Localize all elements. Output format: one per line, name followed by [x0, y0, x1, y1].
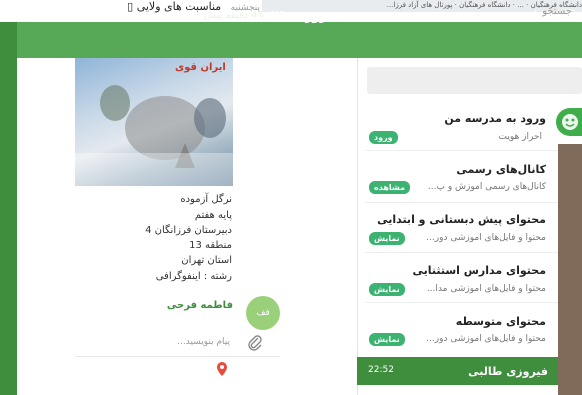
chat-bubble-icon: ▯: [127, 0, 134, 13]
channel-subtitle: محتوا و فایل‌های آموزشی دور...: [426, 334, 546, 344]
message-line: نرگل آزموده: [180, 194, 232, 205]
message-line: استان تهران: [181, 255, 232, 266]
channel-title[interactable]: ورود به مدرسه من: [444, 112, 546, 125]
sender-avatar[interactable]: فف: [246, 296, 280, 330]
app-header: [17, 22, 582, 58]
message-input[interactable]: پیام بنویسید...: [177, 337, 230, 347]
channel-badge[interactable]: نمایش: [369, 333, 405, 346]
channel-badge[interactable]: مشاهده: [369, 181, 410, 194]
logo-graphic: [562, 114, 578, 130]
message-sender[interactable]: فاطمه فرحی: [167, 300, 233, 311]
message-line: منطقه 13: [189, 240, 232, 251]
channel-subtitle: احراز هویت: [498, 132, 542, 142]
channel-subtitle: کانال‌های رسمی آموزش و پ...: [427, 182, 546, 192]
page-edge: [0, 22, 17, 395]
paperclip-graphic: [248, 335, 262, 351]
divider: [365, 252, 558, 253]
divider: [365, 202, 558, 203]
chat-header-time: 44 دقیقه پیش: [203, 10, 264, 21]
channel-badge[interactable]: نمایش: [369, 232, 405, 245]
channel-title[interactable]: محتوای مدارس استثنایی: [412, 264, 546, 277]
paperclip-icon[interactable]: [246, 334, 264, 352]
composer-divider: [75, 356, 280, 357]
location-pin-icon[interactable]: [216, 361, 228, 376]
message-image[interactable]: [75, 58, 233, 186]
divider: [365, 150, 560, 151]
shad-logo-icon: [556, 108, 582, 136]
channel-title[interactable]: کانال‌های رسمی: [456, 163, 546, 176]
bookmark-item[interactable]: پورتال های آزاد فرزا...: [387, 1, 453, 9]
search-box[interactable]: [367, 67, 582, 94]
search-input[interactable]: جستجو: [542, 6, 572, 17]
channel-subtitle: محتوا و فایل‌های آموزشی مدا...: [426, 284, 546, 294]
divider: [365, 302, 558, 303]
channel-title[interactable]: محتوای متوسطه: [456, 315, 546, 328]
active-chat-name: فیروزی طالبی: [468, 365, 548, 378]
channel-badge[interactable]: ورود: [369, 131, 398, 144]
background-edge: [558, 144, 582, 395]
bookmark-item[interactable]: ...: [517, 1, 524, 9]
channel-title[interactable]: محتوای پیش دبستانی و ابتدایی: [377, 213, 546, 226]
poster-caption: ایران قوی: [175, 62, 226, 73]
channel-badge[interactable]: نمایش: [369, 283, 405, 296]
poster-graphic: [75, 85, 233, 186]
pin-graphic: [217, 362, 227, 376]
bookmark-item[interactable]: دانشگاه فرهنگیان: [459, 1, 510, 9]
channel-subtitle: محتوا و فایل‌های آموزشی دور...: [426, 233, 546, 243]
message-line: رشته : اینفوگرافی: [155, 271, 232, 282]
chat-header-name: فیروزی طالبی: [252, 9, 340, 23]
message-line: دبیرستان فرزانگان 4: [145, 225, 232, 236]
message-line: پایه هفتم: [194, 210, 232, 221]
active-chat-time: 22:52: [368, 365, 394, 375]
